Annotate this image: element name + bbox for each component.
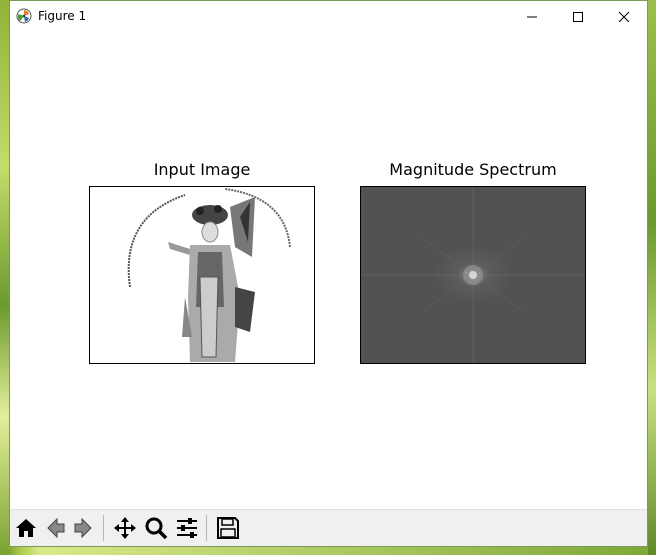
magnitude-spectrum-axes[interactable] — [360, 186, 586, 364]
toolbar-separator — [206, 515, 207, 541]
zoom-icon — [145, 517, 168, 540]
desktop-background-left — [0, 0, 9, 555]
pan-button[interactable] — [111, 514, 139, 542]
configure-subplots-icon — [177, 518, 197, 538]
spectrum-image — [361, 187, 585, 363]
maximize-button[interactable] — [555, 1, 601, 32]
back-button[interactable] — [41, 514, 69, 542]
forward-icon — [74, 517, 92, 539]
zoom-button[interactable] — [142, 514, 170, 542]
title-bar[interactable]: Figure 1 — [10, 1, 647, 32]
window-title: Figure 1 — [38, 9, 87, 23]
input-image-title: Input Image — [153, 160, 251, 179]
figure-window: Figure 1 Input Image Magnitude Spectrum — [9, 0, 648, 547]
magnitude-spectrum-title: Magnitude Spectrum — [389, 160, 557, 179]
maximize-icon — [573, 11, 583, 22]
close-button[interactable] — [601, 1, 647, 32]
configure-subplots-button[interactable] — [173, 514, 201, 542]
save-icon — [217, 517, 239, 539]
home-button[interactable] — [12, 514, 40, 542]
input-image-axes[interactable] — [89, 186, 315, 364]
forward-button[interactable] — [70, 514, 98, 542]
figure-canvas[interactable]: Input Image Magnitude Spectrum — [10, 32, 647, 511]
toolbar-separator — [103, 515, 104, 541]
desktop-background-right — [648, 0, 656, 555]
close-icon — [619, 11, 629, 22]
opera-figure-image — [127, 188, 291, 362]
back-icon — [47, 517, 65, 539]
minimize-button[interactable] — [509, 1, 555, 32]
save-button[interactable] — [214, 514, 242, 542]
matplotlib-logo-icon — [16, 8, 32, 24]
minimize-icon — [527, 16, 537, 17]
pan-icon — [114, 517, 136, 539]
home-icon — [16, 519, 36, 537]
navigation-toolbar — [10, 509, 647, 546]
